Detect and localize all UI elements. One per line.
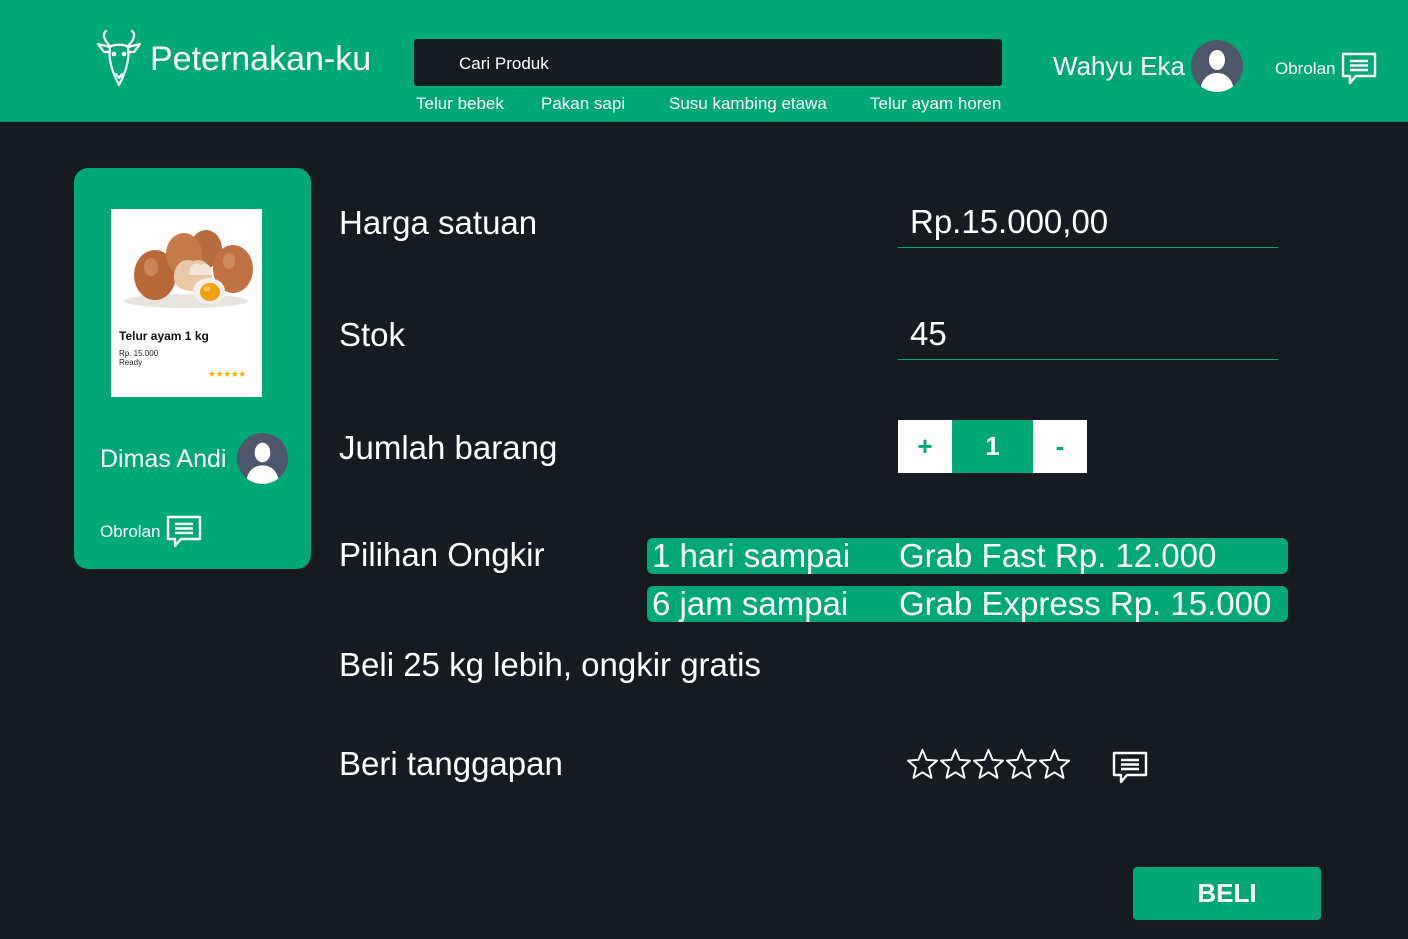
product-thumbnail[interactable]: Telur ayam 1 kg Rp. 15.000 Ready ★★★★★ — [111, 209, 262, 397]
seller-chat-label: Obrolan — [100, 522, 161, 541]
star-outline-icon[interactable] — [1038, 748, 1071, 781]
header: Peternakan-ku Cari Produk Telur bebek Pa… — [0, 0, 1408, 122]
search-bar[interactable]: Cari Produk — [414, 39, 1002, 86]
search-input[interactable]: Cari Produk — [459, 54, 549, 74]
quick-link-telur-ayam-horen[interactable]: Telur ayam horen — [870, 94, 1001, 114]
user-name[interactable]: Wahyu Eka — [1053, 51, 1185, 82]
quantity-value[interactable]: 1 — [952, 420, 1033, 473]
header-chat-label: Obrolan — [1275, 59, 1336, 78]
shipping-option-1[interactable]: 1 hari sampai Grab Fast Rp. 12.000 — [647, 538, 1288, 574]
stock-value: 45 — [910, 315, 947, 352]
star-outline-icon[interactable] — [972, 748, 1005, 781]
quick-link-susu-kambing[interactable]: Susu kambing etawa — [669, 94, 827, 114]
quantity-decrease-button[interactable]: - — [1033, 420, 1087, 473]
product-price: Rp. 15.000 — [119, 349, 159, 358]
quantity-increase-button[interactable]: + — [898, 420, 952, 473]
stock-label: Stok — [339, 316, 406, 353]
user-avatar-icon — [1191, 40, 1243, 92]
app-title: Peternakan-ku — [150, 39, 372, 78]
feedback-chat-icon[interactable] — [1111, 750, 1149, 786]
buy-button[interactable]: BELI — [1133, 867, 1321, 920]
eggs-image — [124, 230, 253, 308]
goat-logo-icon — [96, 30, 142, 87]
product-name: Telur ayam 1 kg — [119, 329, 209, 343]
shipping-courier: Grab Fast Rp. 12.000 — [899, 537, 1217, 574]
shipping-courier: Grab Express Rp. 15.000 — [899, 585, 1272, 622]
seller-chat-button[interactable]: Obrolan — [100, 514, 203, 550]
price-field: Rp.15.000,00 — [898, 203, 1278, 248]
shipping-time: 1 hari sampai — [652, 537, 851, 574]
promo-text: Beli 25 kg lebih, ongkir gratis — [339, 646, 761, 683]
chat-icon — [167, 515, 202, 548]
quick-link-pakan-sapi[interactable]: Pakan sapi — [541, 94, 625, 114]
feedback-label: Beri tanggapan — [339, 745, 563, 782]
star-outline-icon[interactable] — [939, 748, 972, 781]
price-value: Rp.15.000,00 — [910, 203, 1109, 240]
price-label: Harga satuan — [339, 204, 538, 241]
feedback-rating — [906, 748, 1071, 781]
stock-field: 45 — [898, 315, 1278, 360]
star-outline-icon[interactable] — [1005, 748, 1038, 781]
logo[interactable]: Peternakan-ku — [94, 30, 371, 88]
shipping-label: Pilihan Ongkir — [339, 536, 545, 573]
quick-link-telur-bebek[interactable]: Telur bebek — [416, 94, 504, 114]
seller-avatar[interactable] — [237, 433, 288, 484]
chat-icon — [1342, 52, 1377, 85]
shipping-time: 6 jam sampai — [652, 585, 849, 622]
seller-card: Telur ayam 1 kg Rp. 15.000 Ready ★★★★★ D… — [74, 168, 311, 569]
product-status: Ready — [119, 358, 143, 367]
quantity-stepper: + 1 - — [898, 420, 1087, 473]
user-avatar[interactable] — [1191, 40, 1243, 92]
product-rating-stars: ★★★★★ — [208, 369, 246, 379]
seller-avatar-icon — [237, 433, 288, 484]
shipping-option-2[interactable]: 6 jam sampai Grab Express Rp. 15.000 — [647, 586, 1288, 622]
quantity-label: Jumlah barang — [339, 429, 558, 466]
seller-name[interactable]: Dimas Andi — [100, 445, 226, 474]
star-outline-icon[interactable] — [906, 748, 939, 781]
header-chat-button[interactable]: Obrolan — [1275, 51, 1378, 87]
